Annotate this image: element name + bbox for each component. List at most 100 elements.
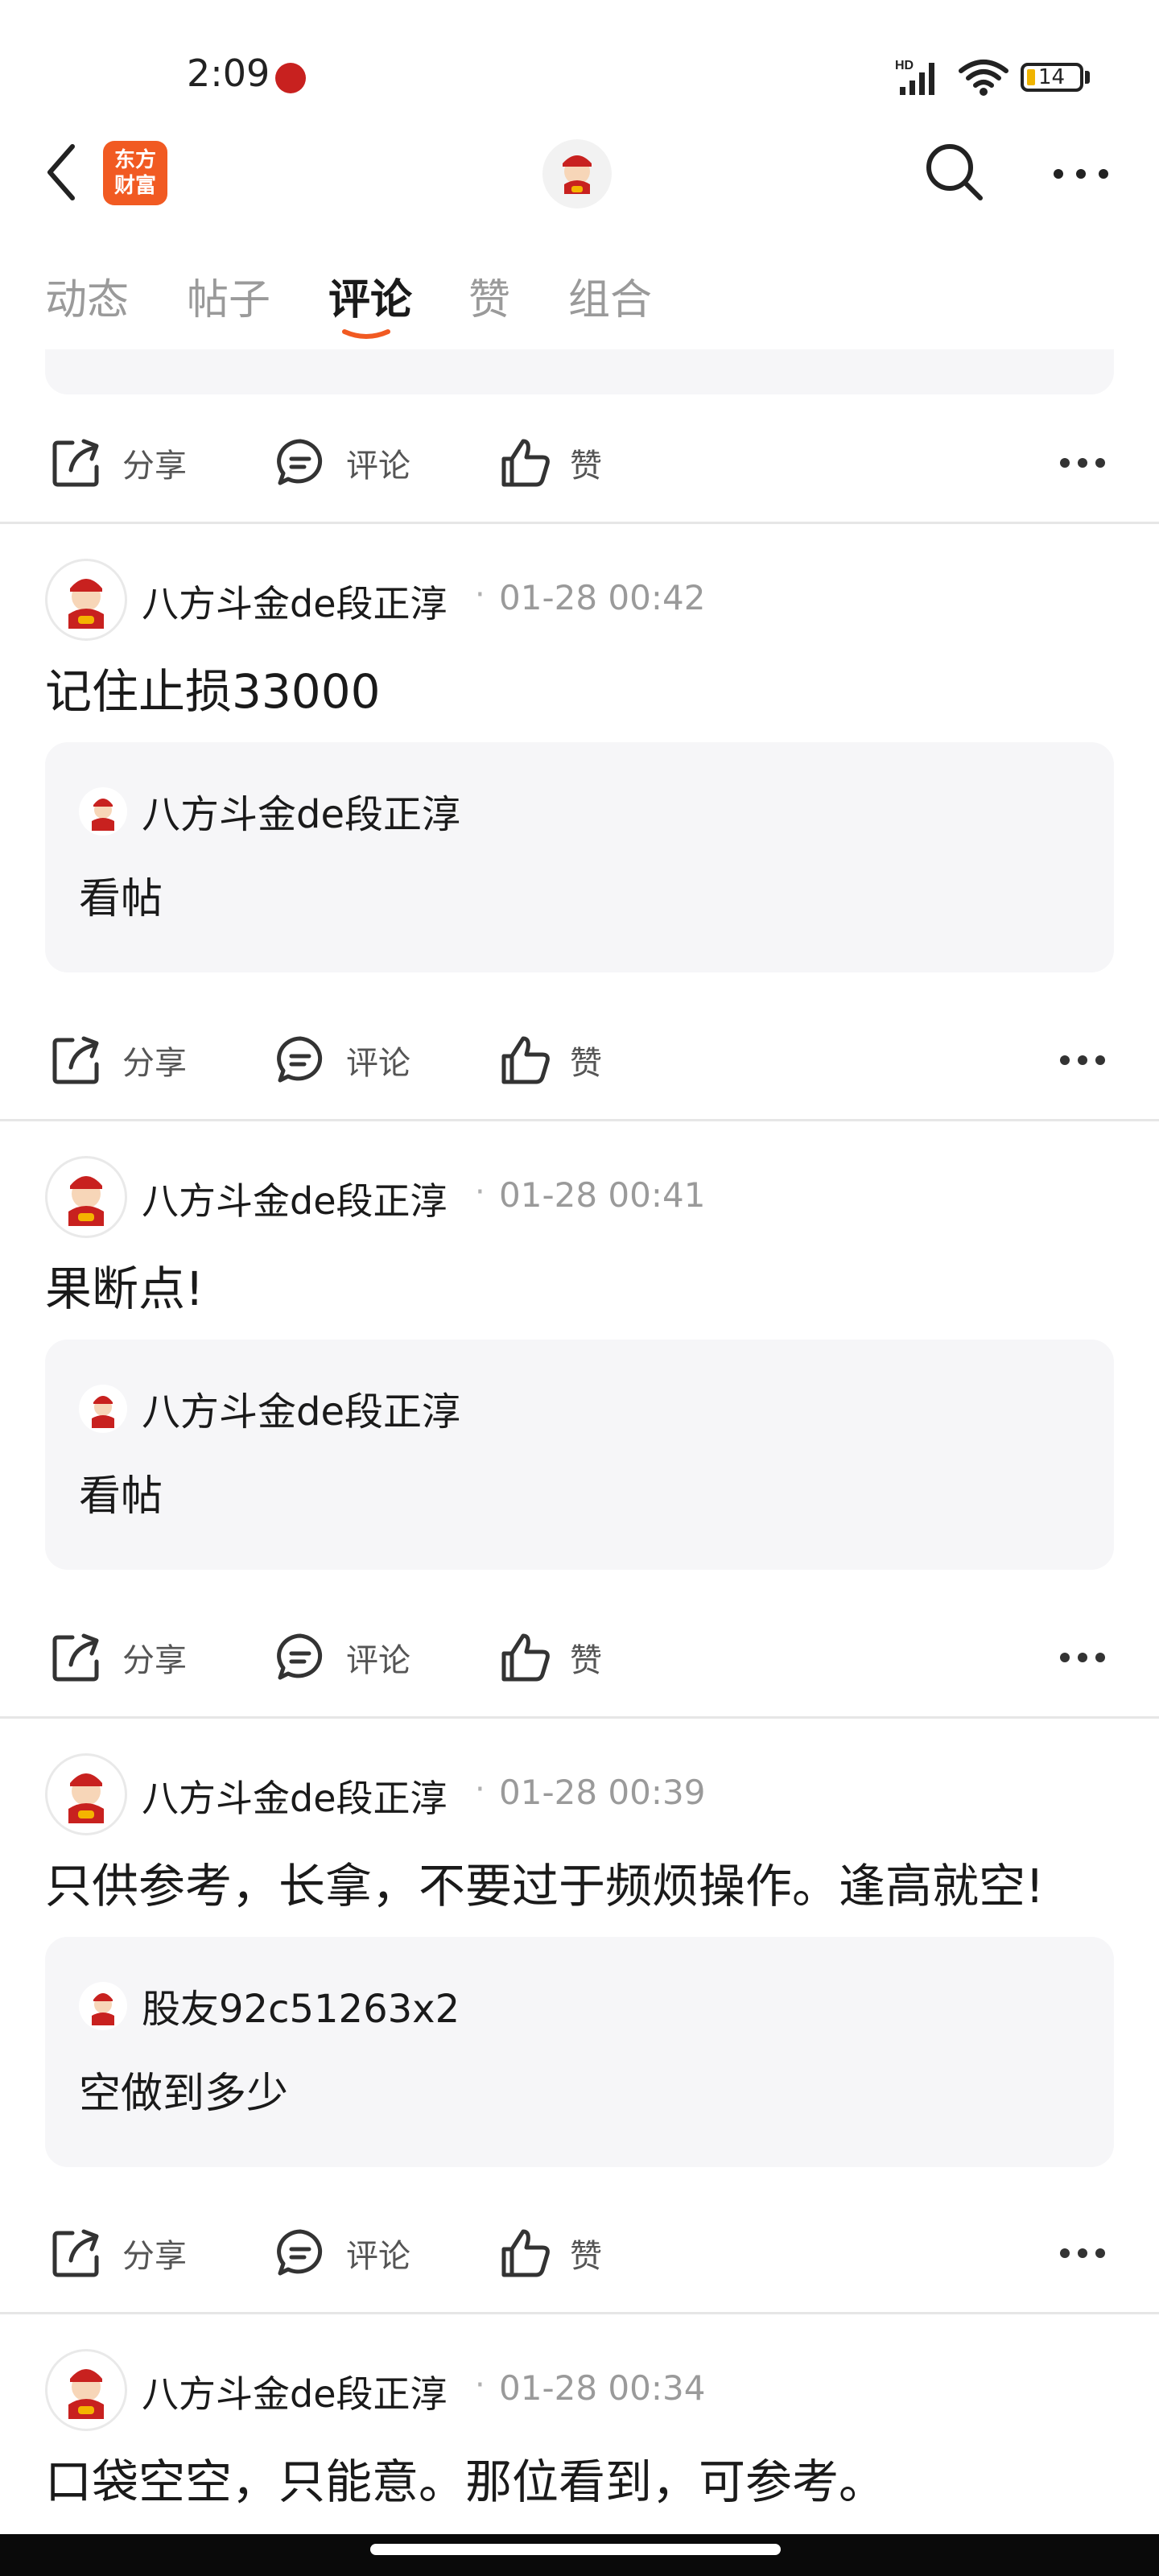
share-label: 分享 [122, 2238, 187, 2275]
quote-card-partial [45, 349, 1114, 394]
tab-likes[interactable]: 赞 [468, 266, 510, 326]
battery-level: 14 [1038, 65, 1066, 89]
share-icon [52, 1036, 99, 1084]
author-name[interactable]: 八方斗金de段正淳 [142, 1769, 448, 1823]
comment-label: 评论 [346, 2238, 410, 2275]
thumbs-up-icon [501, 439, 550, 487]
post-text: 只供参考，长拿，不要过于频烦操作。逢高就空! [45, 1859, 1045, 1913]
like-label: 赞 [570, 1642, 602, 1679]
post-actions: 分享 评论 赞 [0, 420, 1159, 501]
author-avatar[interactable] [45, 1753, 127, 1835]
comment-label: 评论 [346, 1045, 410, 1082]
author-avatar[interactable] [45, 1156, 127, 1238]
profile-avatar[interactable] [542, 139, 612, 208]
comment-icon [277, 2229, 323, 2276]
tab-posts[interactable]: 帖子 [187, 266, 270, 326]
network-type-label: HD [895, 59, 914, 72]
comment-icon [277, 1633, 323, 1680]
more-options-icon[interactable] [1051, 158, 1111, 190]
battery-icon: 14 [1021, 63, 1083, 92]
status-bar: 2:09 HD 14 [0, 0, 1159, 153]
post-time: 01-28 00:34 [499, 2368, 706, 2408]
quoted-author-avatar [79, 1385, 127, 1433]
app-logo-line1: 东方 [113, 148, 156, 172]
meta-separator: · [475, 1174, 485, 1211]
quoted-text: 空做到多少 [79, 2070, 289, 2118]
thumbs-up-icon [501, 1036, 550, 1084]
cellular-signal-icon: HD [895, 59, 934, 95]
post-time: 01-28 00:39 [499, 1773, 706, 1812]
god-of-wealth-avatar-icon [68, 579, 104, 629]
quoted-author-name: 八方斗金de段正淳 [142, 792, 461, 837]
divider [0, 522, 1159, 524]
quoted-post[interactable]: 股友92c51263x2 空做到多少 [45, 1937, 1114, 2167]
author-name[interactable]: 八方斗金de段正淳 [142, 1172, 448, 1225]
back-chevron-icon[interactable] [42, 142, 82, 203]
meta-separator: · [475, 1771, 485, 1808]
comment-label: 评论 [346, 448, 410, 485]
share-icon [52, 2229, 99, 2277]
search-icon[interactable] [922, 140, 987, 204]
comment-icon [277, 439, 323, 485]
author-avatar[interactable] [45, 559, 127, 641]
author-name[interactable]: 八方斗金de段正淳 [142, 575, 448, 628]
quoted-post[interactable]: 八方斗金de段正淳 看帖 [45, 742, 1114, 972]
divider [0, 1716, 1159, 1719]
share-label: 分享 [122, 448, 187, 485]
active-tab-indicator [342, 329, 390, 339]
thumbs-up-icon [501, 2229, 550, 2277]
post-actions: 分享 评论 赞 [0, 1018, 1159, 1098]
meta-separator: · [475, 576, 485, 613]
post-more-icon[interactable] [1059, 1652, 1106, 1663]
share-label: 分享 [122, 1045, 187, 1082]
post-actions: 分享 评论 赞 [0, 1615, 1159, 1695]
author-avatar[interactable] [45, 2349, 127, 2431]
post-more-icon[interactable] [1059, 1055, 1106, 1066]
wifi-icon [959, 60, 1008, 96]
divider [0, 1119, 1159, 1121]
share-icon [52, 1633, 99, 1682]
post-more-icon[interactable] [1059, 2248, 1106, 2259]
god-of-wealth-avatar-icon [68, 1773, 104, 1823]
thumbs-up-icon [501, 1633, 550, 1682]
god-of-wealth-avatar-icon [92, 799, 114, 831]
gesture-bar [0, 2534, 1159, 2576]
tab-dynamics[interactable]: 动态 [45, 266, 129, 326]
god-of-wealth-avatar-icon [92, 1396, 114, 1428]
god-of-wealth-avatar-icon [68, 2369, 104, 2419]
quoted-text: 看帖 [79, 1472, 163, 1521]
share-label: 分享 [122, 1642, 187, 1679]
god-of-wealth-avatar-icon [92, 1993, 114, 2025]
quoted-author-avatar [79, 1982, 127, 2030]
post-time: 01-28 00:42 [499, 578, 706, 617]
post-time: 01-28 00:41 [499, 1175, 706, 1215]
share-icon [52, 439, 99, 487]
comment-label: 评论 [346, 1642, 410, 1679]
like-label: 赞 [570, 1045, 602, 1082]
comment-icon [277, 1036, 323, 1083]
profile-tabs: 动态 帖子 评论 赞 组合 [0, 258, 1159, 346]
divider [0, 2312, 1159, 2314]
like-label: 赞 [570, 2238, 602, 2275]
post-text: 记住止损33000 [45, 664, 381, 719]
post-text: 口袋空空，只能意。那位看到，可参考。 [45, 2454, 886, 2509]
quoted-post[interactable]: 八方斗金de段正淳 看帖 [45, 1340, 1114, 1570]
quoted-author-name: 八方斗金de段正淳 [142, 1389, 461, 1435]
home-indicator[interactable] [370, 2544, 781, 2555]
status-time: 2:09 [187, 52, 270, 95]
post-more-icon[interactable] [1059, 457, 1106, 469]
god-of-wealth-avatar-icon [68, 1176, 104, 1226]
like-label: 赞 [570, 448, 602, 485]
quoted-author-avatar [79, 787, 127, 836]
tab-comments[interactable]: 评论 [328, 266, 412, 326]
notification-icon [275, 63, 306, 93]
app-logo[interactable]: 东方 财富 [103, 141, 167, 205]
post-actions: 分享 评论 赞 [0, 2211, 1159, 2291]
tab-portfolio[interactable]: 组合 [568, 266, 652, 326]
app-logo-line2: 财富 [113, 174, 156, 198]
meta-separator: · [475, 2367, 485, 2404]
god-of-wealth-avatar-icon [563, 155, 592, 194]
quoted-text: 看帖 [79, 875, 163, 923]
post-text: 果断点! [45, 1261, 204, 1316]
author-name[interactable]: 八方斗金de段正淳 [142, 2365, 448, 2418]
